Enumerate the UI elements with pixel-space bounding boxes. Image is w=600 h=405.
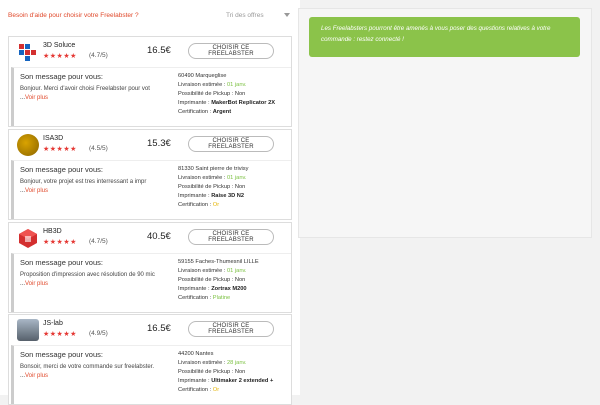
printer-value: Zortrax M200 [211,286,247,292]
offers-column: Besoin d'aide pour choisir votre Freelab… [0,0,300,405]
offer-name[interactable]: HB3D [43,228,62,235]
chevron-down-icon [284,13,290,17]
offer-details: 44200 Nantes Livraison estimée : 28 janv… [178,350,296,395]
offer-name[interactable]: ISA3D [43,135,63,142]
rating-value: (4.7/5) [89,52,108,59]
delivery-date: 28 janv. [227,360,247,366]
pickup-value: Non [234,91,246,97]
see-more-link[interactable]: ...Voir plus [20,188,48,194]
city: 60490 Marqueglise [178,73,227,79]
pickup-value: Non [234,277,246,283]
rating-stars: ★★★★★ [43,331,77,338]
offer-card: 3D Soluce ★★★★★ (4.7/5) 16.5€ CHOISIR CE… [8,36,292,127]
city: 81330 Saint pierre de trivisy [178,166,249,172]
printer-value: Raise 3D N2 [211,193,245,199]
pickup-value: Non [234,184,246,190]
see-more-label: Voir plus [25,95,49,101]
message-content: Bonsoir, merci de votre commande sur fre… [20,364,155,370]
offer-details: 81330 Saint pierre de trivisy Livraison … [178,165,296,210]
printer-value: Ultimaker 2 extended + [211,378,274,384]
delivery-date: 01 janv. [227,268,247,274]
info-alert: Les Freelabsters pourront être amenés à … [309,17,580,57]
logo-js-lab [17,319,39,341]
offer-name[interactable]: JS-lab [43,320,63,327]
rating-stars: ★★★★★ [43,239,77,246]
rating-value: (4.7/5) [89,238,108,245]
certification-value: Or [212,387,220,393]
see-more-label: Voir plus [25,281,49,287]
message-content: Bonjour. Merci d'avoir choisi Freelabste… [20,86,150,92]
delivery-label: Livraison estimée : [178,175,227,181]
offer-name[interactable]: 3D Soluce [43,42,75,49]
printer-label: Imprimante : [178,378,212,384]
delivery-label: Livraison estimée : [178,360,227,366]
offer-price: 16.5€ [147,323,171,334]
pickup-label: Possibilité de Pickup : [178,91,235,97]
see-more-label: Voir plus [25,188,49,194]
logo-hb3d [17,227,39,249]
rating-value: (4.9/5) [89,330,108,337]
printer-label: Imprimante : [178,286,212,292]
offer-card: JS-lab ★★★★★ (4.9/5) 16.5€ CHOISIR CE FR… [8,314,292,405]
message-title: Son message pour vous: [20,350,103,359]
offer-details: 60490 Marqueglise Livraison estimée : 01… [178,72,296,117]
message-text: Bonjour. Merci d'avoir choisi Freelabste… [20,85,170,103]
certification-label: Certification : [178,387,213,393]
choose-freelabster-button[interactable]: CHOISIR CE FREELABSTER [188,321,274,337]
printer-label: Imprimante : [178,100,212,106]
message-title: Son message pour vous: [20,72,103,81]
offer-card: HB3D ★★★★★ (4.7/5) 40.5€ CHOISIR CE FREE… [8,222,292,313]
choose-freelabster-button[interactable]: CHOISIR CE FREELABSTER [188,136,274,152]
info-panel: Les Freelabsters pourront être amenés à … [298,8,592,238]
rating-value: (4.5/5) [89,145,108,152]
logo-isa3d [17,134,39,156]
see-more-label: Voir plus [25,373,49,379]
sort-dropdown[interactable]: Tri des offres [226,9,292,21]
pickup-label: Possibilité de Pickup : [178,369,235,375]
offer-price: 15.3€ [147,138,171,149]
printer-value: MakerBot Replicator 2X [211,100,276,106]
offer-price: 40.5€ [147,231,171,242]
message-title: Son message pour vous: [20,258,103,267]
see-more-link[interactable]: ...Voir plus [20,373,48,379]
message-text: Proposition d'impression avec résolution… [20,271,170,289]
see-more-link[interactable]: ...Voir plus [20,95,48,101]
pickup-label: Possibilité de Pickup : [178,277,235,283]
offer-details: 59155 Faches-Thumesnil LILLE Livraison e… [178,258,296,303]
certification-label: Certification : [178,295,213,301]
delivery-label: Livraison estimée : [178,82,227,88]
pickup-value: Non [234,369,246,375]
help-link[interactable]: Besoin d'aide pour choisir votre Freelab… [8,12,139,19]
rating-stars: ★★★★★ [43,146,77,153]
message-text: Bonsoir, merci de votre commande sur fre… [20,363,170,381]
delivery-date: 01 janv. [227,175,247,181]
logo-3d-soluce [17,41,39,63]
certification-label: Certification : [178,109,213,115]
choose-freelabster-button[interactable]: CHOISIR CE FREELABSTER [188,43,274,59]
offer-price: 16.5€ [147,45,171,56]
certification-value: Or [212,202,220,208]
see-more-link[interactable]: ...Voir plus [20,281,48,287]
rating-stars: ★★★★★ [43,53,77,60]
message-text: Bonjour, votre projet est tres interress… [20,178,170,196]
message-content: Proposition d'impression avec résolution… [20,272,155,278]
pickup-label: Possibilité de Pickup : [178,184,235,190]
certification-value: Argent [212,109,232,115]
city: 59155 Faches-Thumesnil LILLE [178,259,259,265]
sort-label: Tri des offres [226,11,264,19]
city: 44200 Nantes [178,351,214,357]
choose-freelabster-button[interactable]: CHOISIR CE FREELABSTER [188,229,274,245]
message-content: Bonjour, votre projet est tres interress… [20,179,147,185]
printer-label: Imprimante : [178,193,212,199]
offer-card: ISA3D ★★★★★ (4.5/5) 15.3€ CHOISIR CE FRE… [8,129,292,220]
delivery-date: 01 janv. [227,82,247,88]
certification-label: Certification : [178,202,213,208]
certification-value: Platine [212,295,231,301]
message-title: Son message pour vous: [20,165,103,174]
delivery-label: Livraison estimée : [178,268,227,274]
